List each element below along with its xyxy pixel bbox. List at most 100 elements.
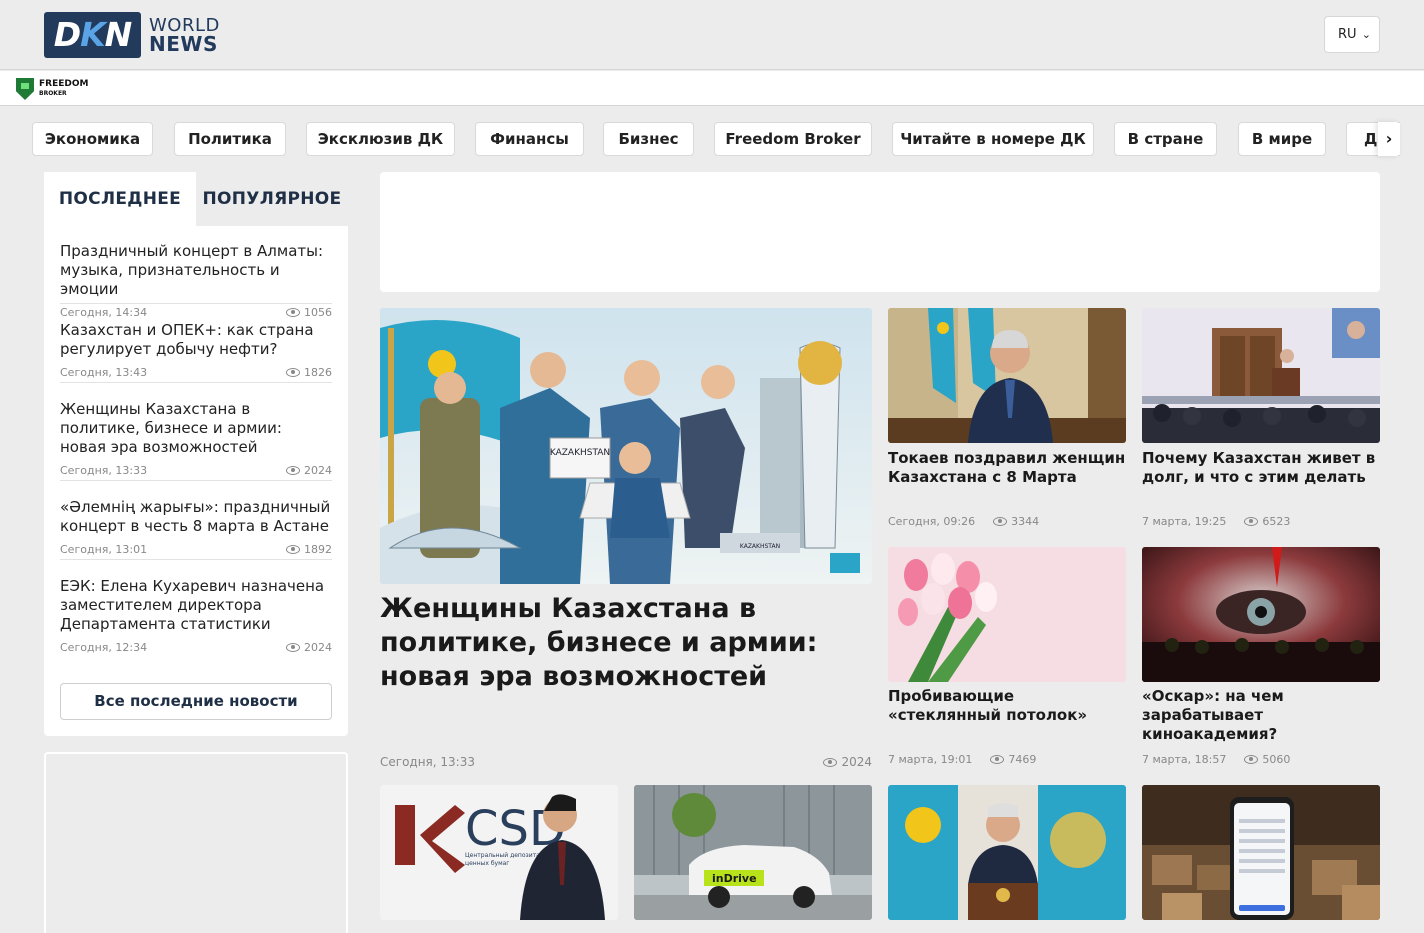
tab-popular[interactable]: ПОПУЛЯРНОЕ [196,172,348,226]
featured-meta: Сегодня, 13:33 2024 [380,753,872,771]
category-business[interactable]: Бизнес [603,122,694,156]
car-brand: inDrive [712,872,757,885]
news-views: 1056 [304,306,332,319]
card-image[interactable] [888,785,1126,920]
news-views: 5060 [1262,753,1291,766]
card-image[interactable] [888,308,1126,443]
category-freedom-broker[interactable]: Freedom Broker [714,122,872,156]
card-title[interactable]: «Оскар»: на чем зарабатывает киноакадеми… [1142,687,1380,744]
card-title[interactable]: Токаев поздравил женщин Казахстана с 8 М… [888,449,1126,487]
logo-mark: DKN [44,12,141,58]
category-nav: Экономика Политика Эксклюзив ДК Финансы … [32,122,1400,156]
eye-icon [286,466,300,475]
news-time: 7 марта, 18:57 [1142,753,1227,766]
eye-icon [286,545,300,554]
news-time: Сегодня, 13:43 [60,366,148,379]
photo-csd: CSD Центральный депозитарий ценных бумаг [380,785,618,920]
logo-wordmark: WORLD NEWS [149,15,220,56]
news-time: Сегодня, 09:26 [888,515,976,528]
photo-oscar [1142,547,1380,682]
site-header: DKN WORLD NEWS RU ⌄ [0,0,1424,70]
category-economy[interactable]: Экономика [32,122,153,156]
list-item[interactable]: Женщины Казахстана в политике, бизнесе и… [60,400,332,481]
news-time: Сегодня, 14:34 [60,306,148,319]
site-logo[interactable]: DKN WORLD NEWS [44,12,220,58]
all-latest-news-button[interactable]: Все последние новости [60,683,332,720]
news-title[interactable]: Женщины Казахстана в политике, бизнесе и… [60,400,332,457]
card-image[interactable] [1142,547,1380,682]
news-views: 6523 [1262,515,1291,528]
category-politics[interactable]: Политика [174,122,286,156]
freedom-broker-logo[interactable]: FREEDOM BROKER [16,78,88,100]
building-sign: KAZAKHSTAN [740,543,780,550]
list-item[interactable]: Казахстан и ОПЕК+: как страна регулирует… [60,321,332,383]
news-time: Сегодня, 12:34 [60,641,148,654]
news-time: Сегодня, 13:01 [60,543,148,556]
podium-sign: KAZAKHSTAN [550,448,610,458]
sidebar-ad-slot [44,752,348,933]
photo-tokayev [888,308,1126,443]
news-time: Сегодня, 13:33 [60,464,148,477]
category-in-country[interactable]: В стране [1114,122,1217,156]
news-title[interactable]: ЕЭК: Елена Кухаревич назначена заместите… [60,577,332,634]
sponsor-name: FREEDOM [39,79,89,89]
tab-latest[interactable]: ПОСЛЕДНЕЕ [44,172,196,226]
featured-image[interactable]: KAZAKHSTAN KAZAKHSTAN [380,308,872,584]
news-views: 2024 [841,755,872,769]
list-item[interactable]: ЕЭК: Елена Кухаревич назначена заместите… [60,577,332,661]
card-meta: 7 марта, 19:01 7469 [888,751,1126,769]
shield-icon [16,78,34,100]
card-meta: 7 марта, 19:25 6523 [1142,513,1380,531]
photo-tulips [888,547,1126,682]
category-read-issue[interactable]: Читайте в номере ДК [892,122,1094,156]
news-views: 7469 [1008,753,1037,766]
eye-icon [823,758,838,767]
csd-caption-2: ценных бумаг [465,860,509,867]
card-title[interactable]: Пробивающие «стеклянный потолок» [888,687,1126,725]
news-views: 2024 [304,641,332,654]
card-image[interactable]: CSD Центральный депозитарий ценных бумаг [380,785,618,920]
news-views: 2024 [304,464,332,477]
card-title[interactable]: Почему Казахстан живет в долг, и что с э… [1142,449,1380,487]
news-title[interactable]: Праздничный концерт в Алматы: музыка, пр… [60,242,332,299]
chevron-down-icon: ⌄ [1361,28,1371,41]
news-time: 7 марта, 19:01 [888,753,973,766]
photo-tokayev-podium [888,785,1126,920]
featured-illustration: KAZAKHSTAN KAZAKHSTAN [380,308,872,584]
list-item[interactable]: Праздничный концерт в Алматы: музыка, пр… [60,242,332,319]
card-image[interactable] [888,547,1126,682]
card-image[interactable]: inDrive [634,785,872,920]
news-views: 3344 [1011,515,1040,528]
eye-icon [1244,517,1259,526]
photo-indrive: inDrive [634,785,872,920]
sponsor-bar: FREEDOM BROKER [0,71,1424,106]
category-finance[interactable]: Финансы [475,122,584,156]
eye-icon [1244,755,1259,764]
ad-banner [380,172,1380,292]
news-views: 1826 [304,366,332,379]
card-meta: 7 марта, 18:57 5060 [1142,751,1380,769]
eye-icon [286,368,300,377]
category-in-world[interactable]: В мире [1238,122,1326,156]
featured-title[interactable]: Женщины Казахстана в политике, бизнесе и… [380,592,872,694]
eye-icon [993,517,1008,526]
card-image[interactable] [1142,308,1380,443]
list-item[interactable]: «Әлемнің жарығы»: праздничный концерт в … [60,498,332,560]
news-time: 7 марта, 19:25 [1142,515,1227,528]
latest-news-sidebar: ПОСЛЕДНЕЕ ПОПУЛЯРНОЕ Праздничный концерт… [44,172,348,736]
photo-parliament [1142,308,1380,443]
language-select[interactable]: RU ⌄ [1324,16,1380,53]
news-title[interactable]: «Әлемнің жарығы»: праздничный концерт в … [60,498,332,536]
photo-phone-boxes [1142,785,1380,920]
news-title[interactable]: Казахстан и ОПЕК+: как страна регулирует… [60,321,332,359]
eye-icon [990,755,1005,764]
eye-icon [286,308,300,317]
news-time: Сегодня, 13:33 [380,755,475,769]
category-exclusive[interactable]: Эксклюзив ДК [306,122,455,156]
card-image[interactable] [1142,785,1380,920]
card-meta: Сегодня, 09:26 3344 [888,513,1126,531]
chevron-right-icon[interactable]: › [1378,122,1400,156]
news-views: 1892 [304,543,332,556]
sponsor-sub: BROKER [39,90,67,97]
sidebar-tabs: ПОСЛЕДНЕЕ ПОПУЛЯРНОЕ [44,172,348,226]
